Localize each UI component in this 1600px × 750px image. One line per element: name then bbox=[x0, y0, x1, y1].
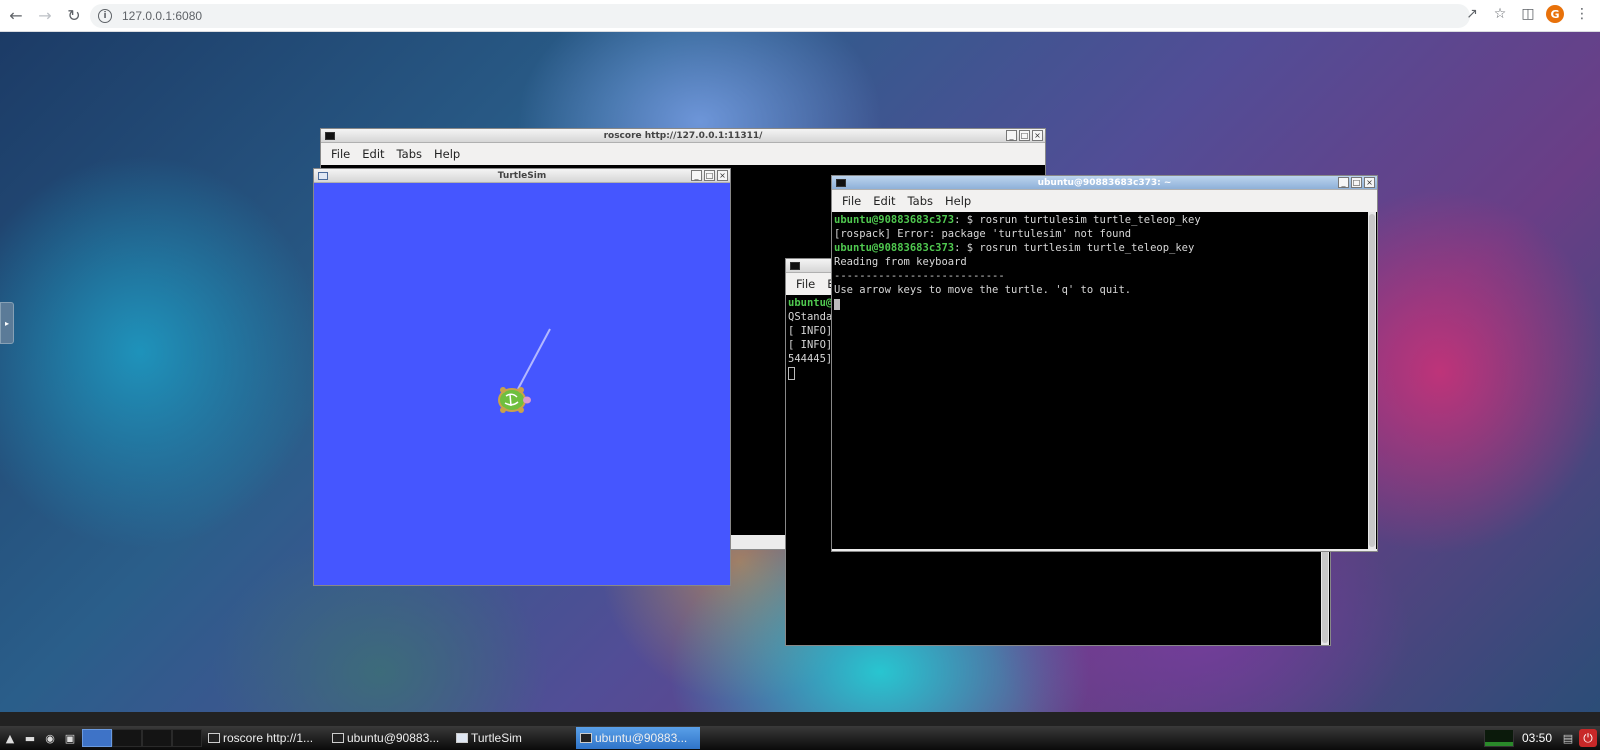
browser-actions: ↗ ☆ ◫ G ⋮ bbox=[1462, 4, 1592, 24]
terminal-icon bbox=[790, 261, 800, 270]
file-manager-icon[interactable]: ▬ bbox=[20, 729, 40, 747]
terminal-line: [rospack] Error: package 'turtulesim' no… bbox=[834, 228, 1132, 240]
task-label: TurtleSim bbox=[471, 731, 522, 745]
maximize-button[interactable]: □ bbox=[704, 170, 715, 181]
workspace-1[interactable] bbox=[82, 729, 112, 747]
task-list: roscore http://1... ubuntu@90883... Turt… bbox=[204, 727, 700, 749]
menu-tabs[interactable]: Tabs bbox=[902, 194, 939, 208]
menu-edit[interactable]: Edit bbox=[356, 147, 390, 161]
system-tray: 03:50 ▤ ⏻ bbox=[1483, 726, 1600, 750]
browser-icon[interactable]: ◉ bbox=[40, 729, 60, 747]
workspace-3[interactable] bbox=[142, 729, 172, 747]
close-button[interactable]: × bbox=[1032, 130, 1043, 141]
terminal-cursor bbox=[788, 366, 795, 380]
terminal-cursor bbox=[834, 298, 840, 310]
task-label: ubuntu@90883... bbox=[595, 731, 688, 745]
task-roscore[interactable]: roscore http://1... bbox=[204, 727, 328, 749]
cpu-monitor bbox=[1483, 729, 1514, 747]
browser-toolbar: ← → ↻ i 127.0.0.1:6080 ↗ ☆ ◫ G ⋮ bbox=[0, 0, 1600, 32]
terminal-icon bbox=[332, 733, 344, 743]
taskbar: ▲ ▬ ◉ ▣ roscore http://1... ubuntu@90883… bbox=[0, 726, 1600, 750]
roscore-titlebar[interactable]: roscore http://127.0.0.1:11311/ _ □ × bbox=[321, 129, 1045, 143]
task-label: roscore http://1... bbox=[223, 731, 314, 745]
clock[interactable]: 03:50 bbox=[1514, 731, 1560, 745]
start-menu-icon[interactable]: ▲ bbox=[0, 729, 20, 747]
workspace-2[interactable] bbox=[112, 729, 142, 747]
task-terminal[interactable]: ubuntu@90883... bbox=[328, 727, 452, 749]
back-arrow-icon[interactable]: ← bbox=[3, 3, 29, 29]
window-title: roscore http://127.0.0.1:11311/ bbox=[603, 130, 763, 141]
terminal-line: --------------------------- bbox=[834, 270, 1005, 282]
command-text: : $ rosrun turtulesim turtle_teleop_key bbox=[954, 214, 1201, 226]
task-terminal-active[interactable]: ubuntu@90883... bbox=[576, 727, 700, 749]
active-terminal-menubar: File Edit Tabs Help bbox=[832, 190, 1377, 212]
terminal-line: ubuntu@90883683c373: $ rosrun turtlesim … bbox=[834, 241, 1375, 255]
menu-kebab-icon[interactable]: ⋮ bbox=[1572, 4, 1592, 24]
minimize-button[interactable]: _ bbox=[691, 170, 702, 181]
reload-icon[interactable]: ↻ bbox=[61, 3, 87, 29]
active-terminal[interactable]: ubuntu@90883683c373: $ rosrun turtulesim… bbox=[832, 212, 1377, 549]
menu-help[interactable]: Help bbox=[428, 147, 466, 161]
turtlesim-icon bbox=[456, 733, 468, 743]
prompt-user: ubuntu@90883683c373 bbox=[834, 242, 955, 254]
forward-arrow-icon[interactable]: → bbox=[32, 3, 58, 29]
menu-file[interactable]: File bbox=[790, 277, 821, 291]
prompt-user: ubuntu@90883683c373 bbox=[834, 214, 955, 226]
terminal-icon bbox=[580, 733, 592, 743]
profile-avatar[interactable]: G bbox=[1546, 5, 1564, 23]
star-icon[interactable]: ☆ bbox=[1490, 4, 1510, 24]
active-terminal-titlebar[interactable]: ubuntu@90883683c373: ~ _ □ × bbox=[832, 176, 1377, 190]
terminal-icon bbox=[325, 131, 335, 140]
minimize-button[interactable]: _ bbox=[1338, 177, 1349, 188]
terminal-line: Reading from keyboard bbox=[834, 256, 967, 268]
menu-file[interactable]: File bbox=[325, 147, 356, 161]
window-title: ubuntu@90883683c373: ~ bbox=[1037, 177, 1172, 188]
command-text: : $ rosrun turtlesim turtle_teleop_key bbox=[954, 242, 1195, 254]
side-panel-icon[interactable]: ◫ bbox=[1518, 4, 1538, 24]
terminal-line: ubuntu@90883683c373: $ rosrun turtulesim… bbox=[834, 213, 1375, 227]
workspace-4[interactable] bbox=[172, 729, 202, 747]
terminal-line: Use arrow keys to move the turtle. 'q' t… bbox=[834, 284, 1132, 296]
maximize-button[interactable]: □ bbox=[1019, 130, 1030, 141]
menu-file[interactable]: File bbox=[836, 194, 867, 208]
turtlesim-canvas bbox=[314, 183, 730, 585]
menu-tabs[interactable]: Tabs bbox=[391, 147, 428, 161]
show-desktop-icon[interactable]: ▣ bbox=[60, 729, 80, 747]
url-text: 127.0.0.1:6080 bbox=[122, 9, 203, 23]
menu-help[interactable]: Help bbox=[939, 194, 977, 208]
active-terminal-window: ubuntu@90883683c373: ~ _ □ × File Edit T… bbox=[831, 175, 1378, 552]
expand-arrow-icon[interactable]: ▸ bbox=[0, 302, 14, 344]
terminal-icon bbox=[836, 178, 846, 187]
power-icon[interactable]: ⏻ bbox=[1579, 729, 1597, 747]
close-button[interactable]: × bbox=[717, 170, 728, 181]
vnc-desktop: ▸ roscore http://127.0.0.1:11311/ _ □ × … bbox=[0, 32, 1600, 712]
address-bar[interactable]: i 127.0.0.1:6080 bbox=[90, 4, 1470, 28]
workspace-pager bbox=[82, 729, 202, 747]
terminal-icon bbox=[208, 733, 220, 743]
minimize-button[interactable]: _ bbox=[1006, 130, 1017, 141]
menu-edit[interactable]: Edit bbox=[867, 194, 901, 208]
share-icon[interactable]: ↗ bbox=[1462, 4, 1482, 24]
task-turtlesim[interactable]: TurtleSim bbox=[452, 727, 576, 749]
close-button[interactable]: × bbox=[1364, 177, 1375, 188]
turtlesim-window: TurtleSim _ □ × bbox=[313, 168, 731, 586]
turtlesim-icon bbox=[318, 171, 328, 180]
turtlesim-titlebar[interactable]: TurtleSim _ □ × bbox=[314, 169, 730, 183]
window-title: TurtleSim bbox=[497, 170, 547, 181]
info-icon[interactable]: i bbox=[98, 9, 112, 23]
scrollbar[interactable] bbox=[1368, 212, 1376, 549]
maximize-button[interactable]: □ bbox=[1351, 177, 1362, 188]
network-icon[interactable]: ▤ bbox=[1560, 730, 1576, 746]
roscore-menubar: File Edit Tabs Help bbox=[321, 143, 1045, 165]
task-label: ubuntu@90883... bbox=[347, 731, 440, 745]
